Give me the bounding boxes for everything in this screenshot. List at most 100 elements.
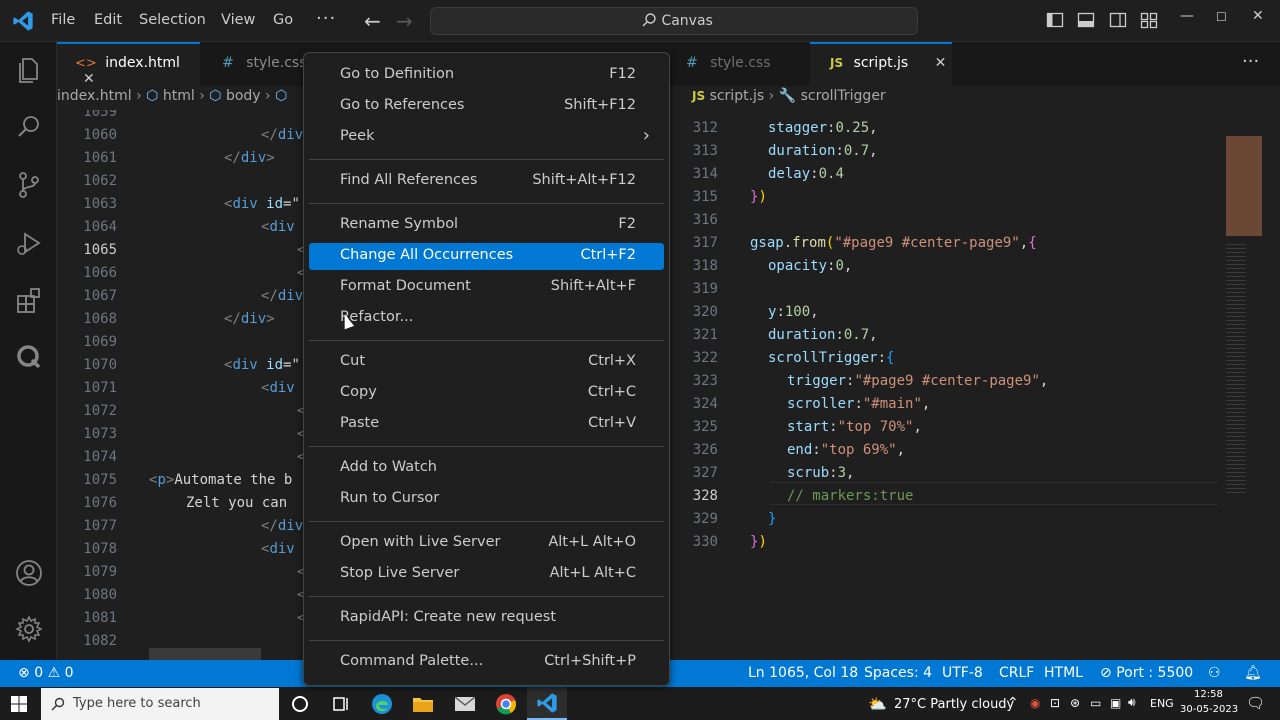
- forward-arrow-icon[interactable]: →: [396, 9, 413, 33]
- warning-icon: ⚠: [47, 665, 61, 681]
- menu-file[interactable]: File: [51, 12, 75, 28]
- tab-index-html[interactable]: <> index.html ✕: [57, 42, 200, 87]
- menu-go[interactable]: Go: [273, 12, 293, 28]
- tab-style-css[interactable]: # style.css: [200, 42, 310, 86]
- tray-wifi-icon[interactable]: ⊛: [1070, 696, 1080, 710]
- notifications-bell-icon[interactable]: 🔔︎: [1244, 665, 1262, 681]
- language-mode[interactable]: HTML: [1044, 665, 1083, 681]
- menu-item-rapidapi-create-new-request[interactable]: RapidAPI: Create new request: [309, 605, 664, 632]
- taskbar-search-input[interactable]: Type here to search: [41, 688, 279, 720]
- toggle-secondary-sidebar-icon[interactable]: [1109, 11, 1127, 29]
- breadcrumb-file[interactable]: script.js: [710, 88, 765, 104]
- notification-center-icon[interactable]: 🗨︎: [1246, 694, 1265, 712]
- tab-script-js[interactable]: JS script.js ✕: [810, 42, 952, 86]
- weather-text[interactable]: 27°C Partly cloudy: [894, 697, 1014, 712]
- tray-chevron-icon[interactable]: ⌃: [1007, 695, 1019, 711]
- vscode-taskbar-button[interactable]: [527, 687, 567, 720]
- edge-browser-icon[interactable]: [370, 692, 394, 716]
- search-sidebar-icon[interactable]: [14, 112, 44, 142]
- more-actions-icon[interactable]: ···: [1242, 51, 1259, 72]
- line-ending[interactable]: CRLF: [999, 665, 1034, 681]
- menu-item-change-all-occurrences[interactable]: Change All Occurrences Ctrl+F2: [309, 243, 664, 270]
- source-control-icon[interactable]: [14, 170, 44, 200]
- tab-style-css-right[interactable]: # style.css: [670, 42, 810, 86]
- live-server-port[interactable]: ⊘ Port : 5500: [1100, 665, 1193, 681]
- input-language[interactable]: ENG: [1150, 697, 1174, 710]
- menu-item-paste[interactable]: Paste Ctrl+V: [309, 411, 664, 438]
- tab-close-icon[interactable]: ✕: [935, 55, 947, 71]
- battery-icon[interactable]: ▭: [1090, 696, 1101, 710]
- menu-item-open-with-live-server[interactable]: Open with Live Server Alt+L Alt+O: [309, 530, 664, 557]
- indentation[interactable]: Spaces: 4: [864, 665, 932, 681]
- windows-start-icon[interactable]: [11, 696, 27, 712]
- menu-item-label: Copy: [340, 384, 377, 400]
- volume-icon[interactable]: 🔊︎: [1128, 695, 1136, 710]
- menu-item-go-to-references[interactable]: Go to References Shift+F12: [309, 93, 664, 120]
- chrome-icon[interactable]: [494, 692, 518, 716]
- manage-gear-icon[interactable]: [14, 614, 44, 644]
- menu-item-rename-symbol[interactable]: Rename Symbol F2: [309, 212, 664, 239]
- menu-item-find-all-references[interactable]: Find All References Shift+Alt+F12: [309, 168, 664, 195]
- breadcrumb-body[interactable]: body: [226, 88, 261, 104]
- customize-layout-icon[interactable]: [1140, 11, 1158, 29]
- feedback-icon[interactable]: ⚇: [1208, 665, 1221, 681]
- clock-date[interactable]: 30-05-2023: [1180, 704, 1238, 715]
- problems-indicator[interactable]: ⊗ 0 ⚠ 0: [18, 665, 74, 681]
- code-text: <div: [261, 377, 295, 400]
- encoding[interactable]: UTF-8: [942, 665, 983, 681]
- clock-time[interactable]: 12:58: [1194, 689, 1223, 700]
- menu-item-run-to-cursor[interactable]: Run to Cursor: [309, 486, 664, 513]
- code-text: scroller:"#main",: [787, 393, 930, 416]
- menu-selection[interactable]: Selection: [139, 12, 206, 28]
- weather-icon[interactable]: ⛅: [868, 695, 887, 713]
- menu-item-label: Peek: [340, 128, 375, 144]
- horizontal-scrollbar[interactable]: [149, 648, 261, 660]
- run-debug-icon[interactable]: [14, 228, 44, 258]
- right-code-editor[interactable]: 312 stagger:0.25, 313 duration:0.7, 314 delay…: [670, 114, 1220, 634]
- tray-network-icon[interactable]: ⊡: [1050, 696, 1060, 710]
- extensions-icon[interactable]: [14, 286, 44, 316]
- menu-item-format-document[interactable]: Format Document Shift+Alt+F: [309, 274, 664, 301]
- command-center[interactable]: Canvas: [430, 7, 918, 35]
- menu-edit[interactable]: Edit: [94, 12, 122, 28]
- search-icon: [51, 697, 65, 711]
- tray-monitor-icon[interactable]: ▣: [1110, 696, 1121, 710]
- breadcrumb-html[interactable]: html: [163, 88, 195, 104]
- more-menu-button[interactable]: ···: [316, 8, 336, 29]
- menu-item-command-palette[interactable]: Command Palette... Ctrl+Shift+P: [309, 649, 664, 676]
- task-view-icon[interactable]: [329, 692, 353, 716]
- js-file-icon: JS: [830, 56, 844, 70]
- breadcrumb-scrolltrigger[interactable]: scrollTrigger: [801, 88, 886, 104]
- vscode-logo-icon[interactable]: [12, 10, 34, 32]
- cursor-position[interactable]: Ln 1065, Col 18: [748, 665, 858, 681]
- close-window-icon[interactable]: ✕: [1252, 8, 1264, 24]
- code-line: 316: [670, 209, 1220, 232]
- cortana-icon[interactable]: [288, 692, 312, 716]
- menu-item-refactor[interactable]: Refactor...: [309, 305, 664, 332]
- explorer-icon[interactable]: [14, 54, 44, 84]
- back-arrow-icon[interactable]: ←: [364, 9, 381, 33]
- menu-item-copy[interactable]: Copy Ctrl+C: [309, 380, 664, 407]
- breadcrumb-file[interactable]: index.html: [57, 88, 132, 104]
- rapidapi-icon[interactable]: [14, 342, 44, 372]
- menu-item-cut[interactable]: Cut Ctrl+X: [309, 349, 664, 376]
- file-explorer-icon[interactable]: [411, 692, 435, 716]
- tray-app-icon[interactable]: ◉: [1030, 696, 1040, 710]
- code-token: :: [810, 166, 819, 182]
- maximize-icon[interactable]: ☐: [1216, 10, 1227, 24]
- tab-close-icon[interactable]: ✕: [83, 71, 95, 87]
- minimize-icon[interactable]: —: [1180, 8, 1194, 24]
- toggle-panel-icon[interactable]: [1077, 11, 1095, 29]
- menu-item-add-to-watch[interactable]: Add to Watch: [309, 455, 664, 482]
- menu-view[interactable]: View: [221, 12, 255, 28]
- menu-item-shortcut: Shift+F12: [564, 97, 636, 113]
- code-text: duration:0.7,: [768, 140, 878, 163]
- menu-item-go-to-definition[interactable]: Go to Definition F12: [309, 62, 664, 89]
- toggle-primary-sidebar-icon[interactable]: [1046, 11, 1064, 29]
- mail-icon[interactable]: [453, 692, 477, 716]
- menu-item-peek[interactable]: Peek ›: [309, 124, 664, 151]
- code-line: 315}): [670, 186, 1220, 209]
- accounts-icon[interactable]: [14, 558, 44, 588]
- minimap[interactable]: [1222, 114, 1270, 534]
- menu-item-stop-live-server[interactable]: Stop Live Server Alt+L Alt+C: [309, 561, 664, 588]
